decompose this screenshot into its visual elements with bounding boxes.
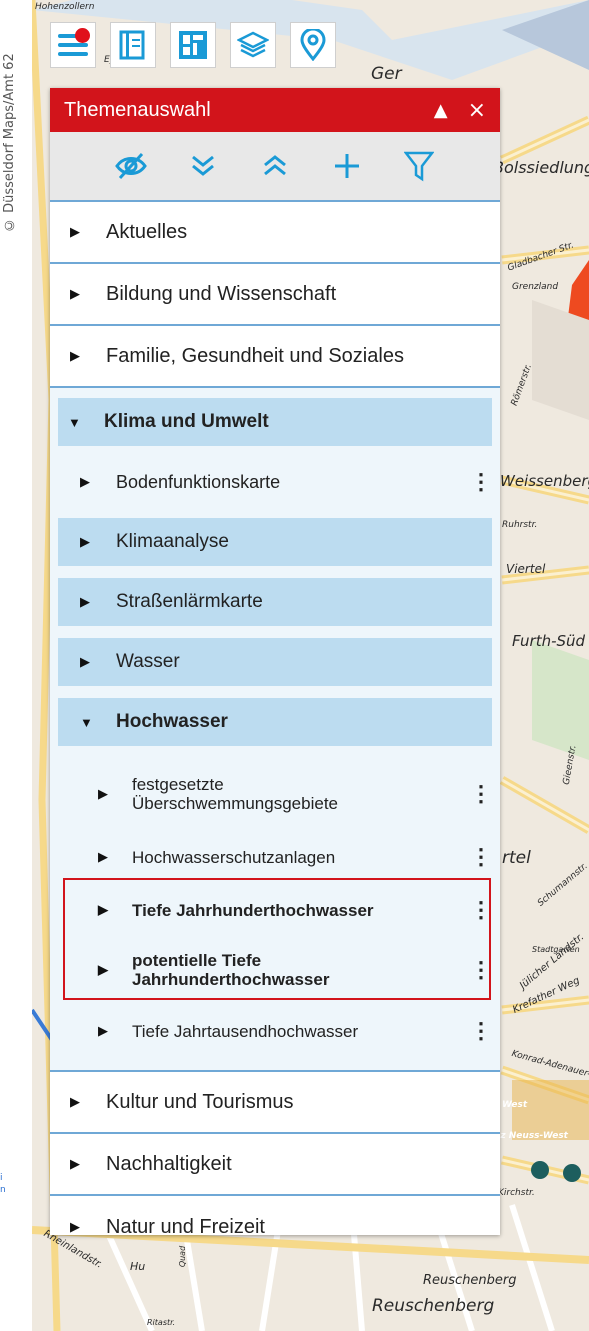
copyright-text: © Düsseldorf Maps/Amt 62 [2, 53, 17, 232]
map-label: Hohenzollern [35, 2, 95, 12]
notification-badge [75, 28, 90, 43]
map-toolbar [50, 22, 336, 68]
subcategory-bodenfunktionskarte[interactable]: ▶ Bodenfunktionskarte ⋮ [58, 458, 492, 506]
search-location-button[interactable] [290, 22, 336, 68]
layer-tiefe-jahrtausendhochwasser[interactable]: ▶ Tiefe Jahrtausendhochwasser ⋮ [58, 1004, 492, 1058]
panel-header: Themenauswahl ▲ × [50, 88, 500, 132]
panel-icon-bar [50, 132, 500, 202]
map-edge-text: i n [0, 1173, 6, 1195]
map-label: Reuschenberg [423, 1273, 517, 1288]
category-nachhaltigkeit[interactable]: ▶ Nachhaltigkeit [50, 1134, 500, 1196]
map-label: Grenzland [512, 282, 559, 292]
layer-festgesetzte-ueberschwemmungsgebiete[interactable]: ▶ festgesetzte Überschwemmungsgebiete ⋮ [58, 758, 492, 830]
expand-all-icon[interactable] [183, 146, 223, 186]
map-label: Viertel [506, 562, 546, 576]
collapse-all-icon[interactable] [255, 146, 295, 186]
expand-arrow-icon: ▶ [80, 654, 90, 669]
expand-arrow-icon: ▶ [80, 594, 90, 609]
subcategory-label: Straßenlärmkarte [116, 591, 263, 612]
category-natur[interactable]: ▶ Natur und Freizeit [50, 1196, 500, 1258]
hide-icon[interactable] [111, 146, 151, 186]
category-aktuelles[interactable]: ▶ Aktuelles [50, 202, 500, 264]
expand-arrow-icon: ▶ [98, 786, 108, 801]
category-label: Kultur und Tourismus [106, 1090, 294, 1113]
expand-arrow-icon: ▶ [70, 1156, 80, 1171]
more-options-icon[interactable]: ⋮ [470, 471, 492, 493]
highlight-frame [63, 878, 491, 1000]
subcategory-strassenlaermkarte[interactable]: ▶ Straßenlärmkarte [58, 578, 492, 626]
subcategory-label: Klimaanalyse [116, 531, 229, 552]
expand-arrow-icon: ▶ [70, 1094, 80, 1109]
expand-arrow-icon: ▶ [70, 1219, 80, 1234]
expand-arrow-icon: ▶ [98, 1023, 108, 1038]
expand-arrow-icon: ▶ [70, 348, 80, 363]
subcategory-label: Bodenfunktionskarte [116, 471, 281, 492]
subcategory-label: Hochwasser [116, 711, 228, 732]
copyright-strip: © Düsseldorf Maps/Amt 62 [0, 0, 32, 1331]
category-label: Klima und Umwelt [104, 411, 269, 432]
book-icon [119, 30, 147, 60]
subcategory-label: Wasser [116, 651, 180, 672]
menu-button[interactable] [50, 22, 96, 68]
layer-label: Tiefe Jahrtausendhochwasser [132, 1021, 359, 1041]
map-label: Ritastr. [147, 1318, 176, 1327]
close-panel-button[interactable]: × [468, 98, 486, 123]
layer-label: Hochwasserschutzanlagen [132, 847, 336, 867]
layer-hochwasserschutzanlagen[interactable]: ▶ Hochwasserschutzanlagen ⋮ [58, 830, 492, 884]
collapse-arrow-icon: ▼ [80, 714, 93, 730]
layer-label: festgesetzte Überschwemmungsgebiete [132, 775, 338, 813]
subcategory-hochwasser[interactable]: ▼ Hochwasser [58, 698, 492, 746]
more-options-icon[interactable]: ⋮ [470, 1020, 492, 1042]
category-familie[interactable]: ▶ Familie, Gesundheit und Soziales [50, 326, 500, 388]
category-label: Aktuelles [106, 220, 188, 243]
map-label: Bolssiedlung [493, 158, 589, 177]
map-label: Weissenberg [500, 472, 589, 490]
filter-icon[interactable] [399, 146, 439, 186]
map-label: Furth-Süd [512, 632, 586, 650]
category-label: Nachhaltigkeit [106, 1152, 232, 1175]
subcategory-wasser[interactable]: ▶ Wasser [58, 638, 492, 686]
category-kultur[interactable]: ▶ Kultur und Tourismus [50, 1072, 500, 1134]
category-label: Natur und Freizeit [106, 1215, 265, 1238]
map-label: Reuschenberg [372, 1296, 495, 1316]
theme-panel: Themenauswahl ▲ × ▶ Aktuelles ▶ Bildung … [50, 88, 500, 1238]
expand-arrow-icon: ▶ [98, 849, 108, 864]
map-label: Ger [371, 64, 402, 84]
category-label: Bildung und Wissenschaft [106, 282, 337, 305]
collapse-arrow-icon: ▼ [68, 414, 81, 430]
map-label: Ruhrstr. [502, 520, 538, 530]
map-selection-button[interactable] [170, 22, 216, 68]
panel-title: Themenauswahl [64, 98, 211, 121]
more-options-icon[interactable]: ⋮ [470, 846, 492, 868]
map-label: rtel [502, 848, 531, 868]
expand-arrow-icon: ▶ [80, 534, 90, 549]
map-label: Kirchstr. [498, 1188, 535, 1198]
map-label: West [502, 1100, 528, 1110]
expand-arrow-icon: ▶ [80, 474, 90, 489]
location-icon [299, 29, 327, 61]
category-klima-und-umwelt[interactable]: ▼ Klima und Umwelt [58, 398, 492, 446]
collapse-panel-button[interactable]: ▲ [434, 100, 448, 121]
subcategory-klimaanalyse[interactable]: ▶ Klimaanalyse [58, 518, 492, 566]
category-bildung[interactable]: ▶ Bildung und Wissenschaft [50, 264, 500, 326]
layers-icon [237, 30, 269, 60]
add-icon[interactable] [327, 146, 367, 186]
expand-arrow-icon: ▶ [70, 286, 80, 301]
map-label: Hu [130, 1260, 146, 1273]
map-layout-icon [178, 30, 208, 60]
expand-arrow-icon: ▶ [70, 224, 80, 239]
layers-button[interactable] [230, 22, 276, 68]
map-label: uz Neuss-West [494, 1131, 568, 1141]
more-options-icon[interactable]: ⋮ [470, 783, 492, 805]
category-label: Familie, Gesundheit und Soziales [106, 344, 404, 367]
legend-button[interactable] [110, 22, 156, 68]
